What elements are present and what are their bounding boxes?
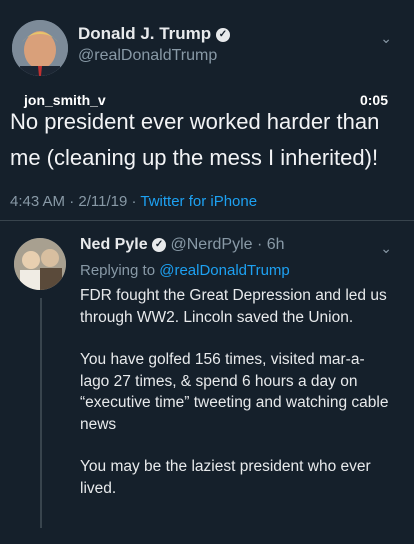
thread-line bbox=[40, 298, 42, 528]
reply-tweet-text: FDR fought the Great Depression and led … bbox=[80, 285, 390, 520]
main-tweet-text: No president ever worked harder than me … bbox=[10, 109, 380, 170]
reply-author[interactable]: Ned Pyle ✓ @NerdPyle · 6h bbox=[80, 236, 285, 254]
reply-paragraph: You have golfed 156 times, visited mar-a… bbox=[80, 351, 389, 433]
replying-to: Replying to @realDonaldTrump bbox=[80, 262, 290, 279]
replying-to-link[interactable]: @realDonaldTrump bbox=[159, 262, 290, 279]
reply-paragraph: FDR fought the Great Depression and led … bbox=[80, 287, 387, 326]
chevron-down-icon[interactable]: ⌄ bbox=[380, 240, 392, 257]
nedpyle-avatar[interactable] bbox=[14, 238, 66, 290]
main-tweet-meta: 4:43 AM · 2/11/19 · Twitter for iPhone bbox=[10, 193, 257, 210]
main-tweet-handle[interactable]: @realDonaldTrump bbox=[78, 47, 217, 65]
reply-handle-time: @NerdPyle · 6h bbox=[170, 236, 285, 253]
trump-avatar[interactable] bbox=[12, 20, 68, 76]
chevron-down-icon[interactable]: ⌄ bbox=[380, 30, 392, 47]
main-tweet-author-name[interactable]: Donald J. Trump ✓ bbox=[78, 24, 230, 44]
verified-icon: ✓ bbox=[215, 27, 230, 42]
reply-author-name: Ned Pyle bbox=[80, 236, 148, 253]
avatar-image bbox=[12, 20, 68, 76]
avatar-image bbox=[14, 238, 66, 290]
author-name-text: Donald J. Trump bbox=[78, 24, 212, 43]
tweet-source-link[interactable]: Twitter for iPhone bbox=[140, 193, 257, 210]
verified-icon: ✓ bbox=[152, 237, 167, 252]
replying-label: Replying to bbox=[80, 262, 160, 279]
tweet-timestamp: 4:43 AM · 2/11/19 · bbox=[10, 193, 141, 210]
divider bbox=[0, 220, 414, 221]
reply-paragraph: You may be the laziest president who eve… bbox=[80, 458, 371, 497]
